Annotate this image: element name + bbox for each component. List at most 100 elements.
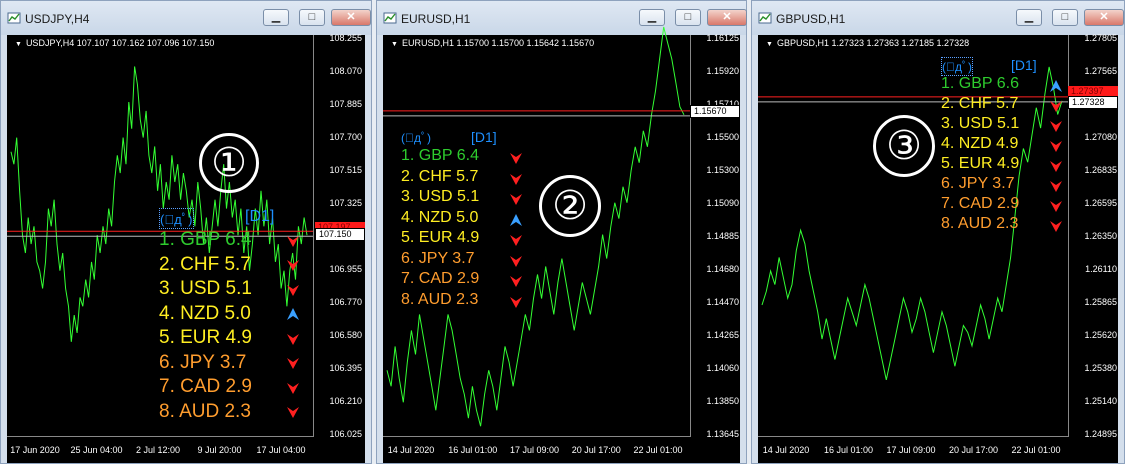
strength-rank-row: 3. USD 5.1 bbox=[941, 115, 1069, 133]
price-tick-label: 1.16125 bbox=[706, 33, 739, 43]
time-tick-label: 14 Jul 2020 bbox=[762, 445, 810, 455]
maximize-button[interactable]: □ bbox=[299, 9, 325, 26]
price-tick-label: 1.26835 bbox=[1084, 165, 1117, 175]
price-tick-label: 107.700 bbox=[329, 132, 362, 142]
strength-rank-label: 3. USD 5.1 bbox=[159, 278, 252, 299]
strength-rank-label: 8. AUD 2.3 bbox=[941, 215, 1019, 232]
strength-rank-label: 2. CHF 5.7 bbox=[159, 253, 251, 275]
time-tick-label: 17 Jul 09:00 bbox=[886, 445, 936, 455]
time-tick-label: 17 Jul 04:00 bbox=[256, 445, 306, 455]
arrow-down-icon bbox=[510, 235, 522, 246]
time-axis[interactable]: 14 Jul 2020 16 Jul 01:00 17 Jul 09:00 20 Ju… bbox=[383, 436, 690, 463]
chart-number: ① bbox=[211, 140, 247, 186]
face-label: (ﾟдﾟ) bbox=[159, 208, 194, 229]
arrow-up-icon bbox=[510, 213, 522, 226]
strength-rank-row: 2. CHF 5.7 bbox=[941, 95, 1069, 113]
timeframe-label: [D1] bbox=[245, 208, 275, 225]
strength-rank-label: 1. GBP 6.6 bbox=[941, 75, 1019, 92]
strength-rank-label: 2. CHF 5.7 bbox=[401, 167, 479, 185]
arrow-down-icon bbox=[1050, 181, 1062, 192]
price-tick-label: 1.26595 bbox=[1084, 198, 1117, 208]
price-tick-label: 1.14680 bbox=[706, 264, 739, 274]
maximize-button[interactable]: □ bbox=[675, 9, 701, 26]
close-button[interactable]: ✕ bbox=[1084, 9, 1124, 26]
price-tick-label: 1.14060 bbox=[706, 363, 739, 373]
strength-rank-row: 4. NZD 4.9 bbox=[941, 135, 1069, 153]
time-axis[interactable]: 14 Jul 2020 16 Jul 01:00 17 Jul 09:00 20 Ju… bbox=[758, 436, 1068, 463]
window-titlebar[interactable]: EURUSD,H1 ▁ □ ✕ bbox=[377, 1, 747, 35]
window-title: EURUSD,H1 bbox=[401, 12, 471, 26]
strength-rank-row: 4. NZD 5.0 bbox=[159, 303, 306, 325]
strength-rank-label: 8. AUD 2.3 bbox=[401, 290, 479, 308]
price-tick-label: 1.26110 bbox=[1085, 264, 1117, 274]
price-tick-label: 106.955 bbox=[329, 264, 362, 274]
time-tick-label: 25 Jun 04:00 bbox=[70, 445, 123, 455]
arrow-up-icon bbox=[1050, 80, 1062, 92]
chart-window-eurusd[interactable]: EURUSD,H1 ▁ □ ✕ ▼ EURUSD,H1 1.15700 1.157… bbox=[376, 0, 747, 464]
window-title: USDJPY,H4 bbox=[25, 12, 90, 26]
arrow-down-icon bbox=[287, 260, 299, 272]
close-button[interactable]: ✕ bbox=[707, 9, 747, 26]
price-tick-label: 1.15300 bbox=[706, 165, 739, 175]
price-tick-label: 107.885 bbox=[329, 99, 362, 109]
arrow-down-icon bbox=[287, 382, 299, 394]
strength-rank-label: 4. NZD 4.9 bbox=[941, 135, 1019, 152]
strength-rank-label: 6. JPY 3.7 bbox=[159, 351, 247, 373]
currency-strength-panel: (ﾟдﾟ) [D1] 1. GBP 6.4 2. CHF 5.7 3. USD 5.… bbox=[159, 208, 309, 428]
price-tick-label: 107.325 bbox=[329, 198, 362, 208]
price-chart[interactable]: ▼ EURUSD,H1 1.15700 1.15700 1.15642 1.156… bbox=[383, 26, 740, 463]
price-tick-label: 1.24895 bbox=[1084, 429, 1117, 439]
chart-app-icon bbox=[383, 12, 397, 24]
current-price-badge: 1.27328 bbox=[1068, 96, 1118, 109]
arrow-down-icon bbox=[1050, 221, 1062, 232]
chart-number-badge: ③ bbox=[873, 115, 935, 177]
strength-rank-label: 7. CAD 2.9 bbox=[941, 195, 1020, 212]
strength-rank-label: 3. USD 5.1 bbox=[941, 115, 1020, 132]
price-tick-label: 1.25865 bbox=[1084, 297, 1117, 307]
time-axis[interactable]: 17 Jun 2020 25 Jun 04:00 2 Jul 12:00 9 Jul … bbox=[7, 436, 313, 463]
currency-strength-panel: (ﾟдﾟ) [D1] 1. GBP 6.4 2. CHF 5.7 3. USD 5.… bbox=[401, 129, 526, 309]
strength-rank-row: 3. USD 5.1 bbox=[159, 278, 306, 300]
strength-rank-row: 1. GBP 6.4 bbox=[159, 229, 306, 251]
maximize-button[interactable]: □ bbox=[1052, 9, 1078, 26]
chart-window-gbpusd[interactable]: GBPUSD,H1 ▁ □ ✕ ▼ GBPUSD,H1 1.27323 1.273… bbox=[751, 0, 1125, 464]
time-tick-label: 22 Jul 01:00 bbox=[633, 445, 683, 455]
price-tick-label: 1.13850 bbox=[706, 396, 739, 406]
price-tick-label: 106.210 bbox=[329, 396, 362, 406]
strength-rank-row: 8. AUD 2.3 bbox=[941, 215, 1069, 233]
chart-app-icon bbox=[758, 12, 772, 24]
price-tick-label: 1.27805 bbox=[1084, 33, 1117, 43]
strength-rank-label: 8. AUD 2.3 bbox=[159, 400, 251, 422]
strength-rank-row: 5. EUR 4.9 bbox=[941, 155, 1069, 173]
arrow-down-icon bbox=[287, 333, 299, 345]
minimize-button[interactable]: ▁ bbox=[263, 9, 289, 26]
arrow-down-icon bbox=[1050, 161, 1062, 172]
strength-rank-label: 2. CHF 5.7 bbox=[941, 95, 1019, 112]
arrow-down-icon bbox=[287, 358, 299, 370]
close-button[interactable]: ✕ bbox=[331, 9, 371, 26]
strength-rank-row: 7. CAD 2.9 bbox=[401, 270, 529, 288]
arrow-down-icon bbox=[1050, 101, 1062, 112]
price-axis[interactable]: 1.16125 1.15920 1.15710 1.15500 1.15300 1.150… bbox=[690, 33, 745, 439]
strength-rank-label: 3. USD 5.1 bbox=[401, 188, 480, 205]
price-tick-label: 1.15090 bbox=[706, 198, 739, 208]
chart-window-usdjpy[interactable]: USDJPY,H4 ▁ □ ✕ ▼ USDJPY,H4 107.107 107.1… bbox=[0, 0, 372, 464]
price-tick-label: 106.770 bbox=[329, 297, 362, 307]
chart-number: ③ bbox=[886, 123, 922, 169]
time-tick-label: 22 Jul 01:00 bbox=[1011, 445, 1061, 455]
minimize-button[interactable]: ▁ bbox=[639, 9, 665, 26]
price-chart[interactable]: ▼ GBPUSD,H1 1.27323 1.27363 1.27185 1.273… bbox=[758, 33, 1118, 463]
window-titlebar[interactable]: USDJPY,H4 ▁ □ ✕ bbox=[1, 1, 371, 35]
window-titlebar[interactable]: GBPUSD,H1 ▁ □ ✕ bbox=[752, 1, 1124, 35]
arrow-down-icon bbox=[510, 296, 522, 308]
strength-rank-row: 5. EUR 4.9 bbox=[401, 229, 529, 247]
price-tick-label: 1.14470 bbox=[706, 297, 739, 307]
minimize-button[interactable]: ▁ bbox=[1016, 9, 1042, 26]
arrow-down-icon bbox=[510, 173, 522, 185]
arrow-up-icon bbox=[287, 308, 299, 321]
window-title: GBPUSD,H1 bbox=[776, 12, 846, 26]
price-chart[interactable]: ▼ USDJPY,H4 107.107 107.162 107.096 107.1… bbox=[7, 33, 365, 463]
chart-number-badge: ① bbox=[199, 133, 259, 193]
strength-rank-label: 5. EUR 4.9 bbox=[941, 155, 1020, 172]
face-label: (ﾟдﾟ) bbox=[401, 131, 431, 145]
